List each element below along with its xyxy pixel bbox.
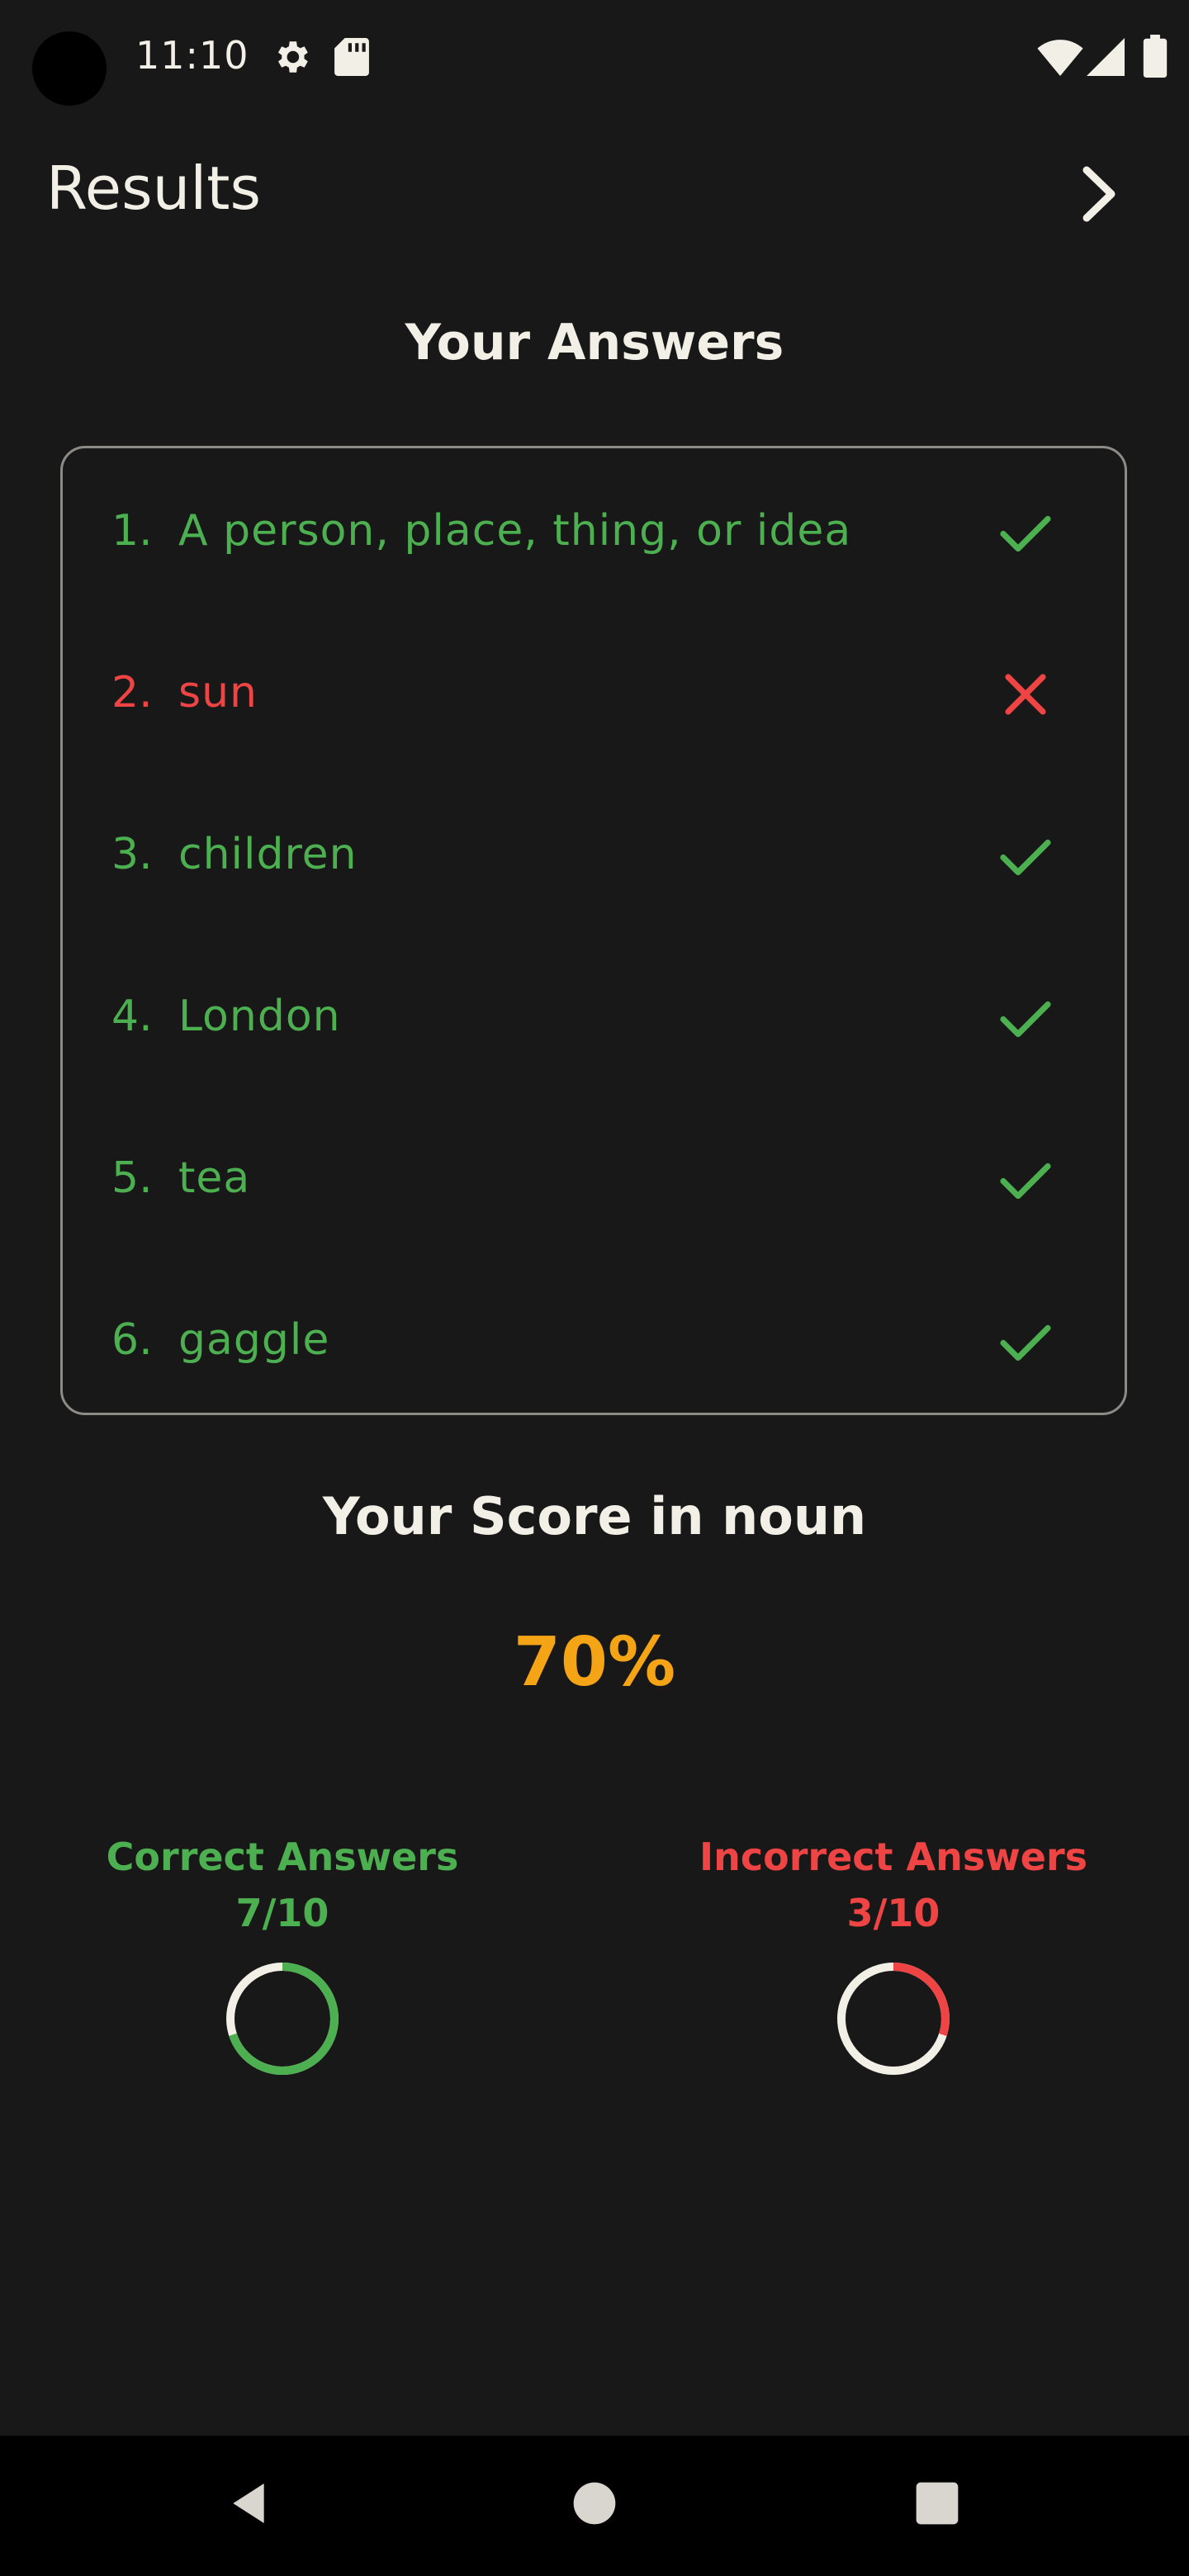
page-title: Results	[46, 154, 261, 223]
incorrect-progress-ring	[837, 1963, 950, 2075]
answer-text: tea	[178, 1153, 251, 1203]
incorrect-answers-stat: Incorrect Answers 3/10	[679, 1835, 1108, 2079]
signal-icon	[1087, 38, 1125, 76]
incorrect-answers-count: 3/10	[846, 1891, 940, 1935]
answer-item: 4. London	[63, 959, 1125, 1074]
navigation-bar	[0, 2436, 1189, 2576]
correct-answers-label: Correct Answers	[106, 1835, 459, 1879]
correct-answers-count: 7/10	[235, 1891, 329, 1935]
status-time: 11:10	[135, 33, 249, 78]
recents-button[interactable]	[879, 2436, 995, 2576]
answer-number: 1.	[111, 506, 153, 556]
answer-number: 5.	[111, 1153, 153, 1203]
answer-item: 2. sun	[63, 635, 1125, 751]
answer-number: 4.	[111, 992, 153, 1041]
answer-number: 3.	[111, 830, 153, 879]
answers-heading: Your Answers	[405, 314, 784, 372]
answer-item: 5. tea	[63, 1120, 1125, 1236]
home-icon	[573, 2482, 616, 2525]
back-button[interactable]	[191, 2436, 306, 2576]
answer-text: A person, place, thing, or idea	[178, 506, 852, 556]
correct-answers-stat: Correct Answers 7/10	[68, 1835, 497, 2079]
answer-text: children	[178, 830, 358, 879]
correct-progress-ring	[226, 1963, 339, 2075]
cross-icon	[1005, 674, 1046, 715]
score-heading: Your Score in noun	[322, 1486, 867, 1546]
settings-icon	[271, 36, 312, 78]
check-icon	[1000, 1001, 1051, 1038]
next-button[interactable]	[1065, 157, 1131, 231]
back-icon	[233, 2484, 264, 2523]
chevron-right-icon	[1082, 166, 1116, 222]
sd-card-icon	[334, 38, 370, 76]
check-icon	[1000, 1163, 1051, 1200]
answer-text: London	[178, 992, 341, 1041]
answer-item: 3. children	[63, 797, 1125, 912]
answer-item: 1. A person, place, thing, or idea	[63, 473, 1125, 589]
answer-number: 2.	[111, 668, 153, 717]
answers-list: 1. A person, place, thing, or idea 2. su…	[60, 446, 1127, 1415]
answer-text: sun	[178, 668, 258, 717]
answer-text: gaggle	[178, 1315, 330, 1365]
recents-icon	[916, 2482, 959, 2525]
home-button[interactable]	[537, 2436, 652, 2576]
status-bar: 11:10	[0, 0, 1189, 116]
results-screen: 11:10 Results Your Answers 1. A person, …	[0, 0, 1189, 2576]
wifi-icon	[1037, 38, 1083, 76]
incorrect-answers-label: Incorrect Answers	[699, 1835, 1088, 1879]
answer-item: 6. gaggle	[63, 1282, 1125, 1398]
check-icon	[1000, 1324, 1051, 1361]
answer-number: 6.	[111, 1315, 153, 1365]
score-percentage: 70%	[513, 1623, 676, 1702]
battery-icon	[1143, 35, 1168, 78]
check-icon	[1000, 839, 1051, 876]
check-icon	[1000, 515, 1051, 552]
camera-cutout	[32, 31, 107, 106]
